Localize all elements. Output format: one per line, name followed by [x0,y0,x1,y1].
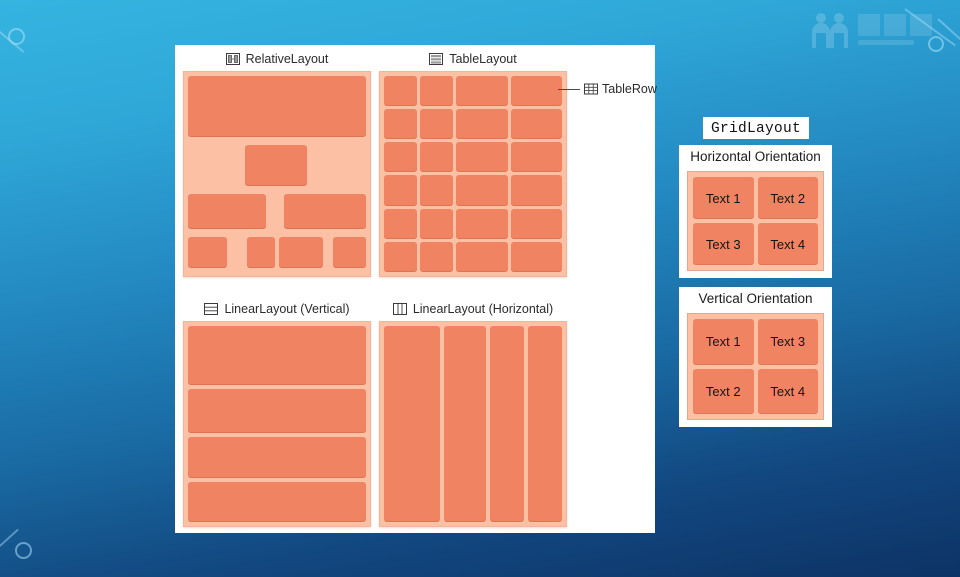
table-cell [456,142,508,173]
slide-canvas: 摩课网 RelativeLayout [0,0,960,577]
bottom-block-4 [332,237,367,268]
right-mid-block [284,194,367,230]
relative-layout-container [183,71,371,277]
table-layout-container [379,71,567,277]
linear-horizontal-label-row: LinearLayout (Horizontal) [375,299,571,319]
deco-line-top-right [937,18,960,60]
two-people-logo-icon [812,13,848,48]
grid-layout-title-wrap: GridLayout [703,117,810,139]
grid-vertical-container: Text 1 Text 3 Text 2 Text 4 [687,313,824,420]
deco-circle-bottom-left [15,542,32,559]
grid-cell: Text 1 [693,319,754,365]
table-cell [384,109,418,140]
table-cell [384,208,418,239]
table-cell [456,241,508,272]
linear-horizontal-column [444,326,486,522]
linear-vertical-bar [188,481,366,522]
linear-vertical-bar [188,437,366,478]
table-cell [384,142,418,173]
table-cell [384,76,418,107]
deco-circle-top-left [8,28,25,45]
table-cell [420,109,454,140]
header-block [187,76,367,138]
relative-layout-label-row: RelativeLayout [179,49,375,69]
table-cell [510,76,562,107]
linear-horizontal-column [489,326,524,522]
bottom-block-1 [187,237,227,268]
table-cell [456,76,508,107]
deco-line-top-left [0,6,25,53]
table-cell [510,208,562,239]
grid-cell: Text 3 [693,223,754,265]
grid-cell: Text 2 [757,177,818,219]
bottom-block-2 [247,237,276,268]
table-cell [510,142,562,173]
grid-horizontal-container: Text 1 Text 2 Text 3 Text 4 [687,171,824,271]
grid-cell: Text 1 [693,177,754,219]
grid-vertical-panel: Vertical Orientation Text 1 Text 3 Text … [679,287,832,427]
table-cell [420,208,454,239]
table-row-connector-line [558,88,580,90]
table-cell [510,241,562,272]
grid-horizontal-panel: Horizontal Orientation Text 1 Text 2 Tex… [679,145,832,278]
section-linear-layout-horizontal: LinearLayout (Horizontal) [375,299,571,529]
deco-line-bottom-left [0,528,19,572]
relative-layout-label: RelativeLayout [245,52,329,66]
linear-horizontal-container [379,321,567,527]
linear-vertical-bar [188,326,366,385]
linear-horizontal-column [527,326,563,522]
table-cell [384,241,418,272]
table-layout-icon [429,53,444,65]
table-cell [384,175,418,206]
grid-cell: Text 4 [757,223,818,265]
linear-vertical-bar [188,388,366,434]
linear-vertical-icon [204,303,219,315]
grid-cell: Text 3 [757,319,818,365]
section-relative-layout: RelativeLayout [179,49,375,279]
table-cell [420,175,454,206]
grid-vertical-heading: Vertical Orientation [698,291,813,306]
table-cell [420,142,454,173]
table-cell [510,109,562,140]
linear-vertical-container [183,321,371,527]
table-row-icon [584,83,598,95]
table-cell [456,109,508,140]
section-linear-layout-vertical: LinearLayout (Vertical) [179,299,375,529]
center-block [245,145,307,187]
linear-horizontal-column [384,326,441,522]
main-diagram-panel: RelativeLayout TableLayout LinearLayout … [175,45,655,533]
table-layout-label: TableLayout [449,52,517,66]
grid-cell: Text 4 [757,368,818,414]
grid-horizontal-heading: Horizontal Orientation [690,149,821,164]
left-mid-block [187,194,266,230]
linear-horizontal-icon [392,303,407,315]
bottom-block-3 [278,237,324,268]
linear-vertical-label: LinearLayout (Vertical) [224,302,350,316]
watermark: 摩课网 [808,8,938,58]
table-cell [456,175,508,206]
table-cell [420,76,454,107]
table-cell [456,208,508,239]
grid-cell: Text 2 [693,368,754,414]
section-table-layout: TableLayout [375,49,571,279]
grid-layout-title: GridLayout [711,121,802,137]
table-cell [510,175,562,206]
linear-vertical-label-row: LinearLayout (Vertical) [179,299,375,319]
table-row-annotation: TableRow [558,82,657,96]
table-layout-label-row: TableLayout [375,49,571,69]
table-cell [420,241,454,272]
table-row-label: TableRow [602,82,657,96]
relative-layout-icon [225,53,240,65]
linear-horizontal-label: LinearLayout (Horizontal) [412,302,554,316]
